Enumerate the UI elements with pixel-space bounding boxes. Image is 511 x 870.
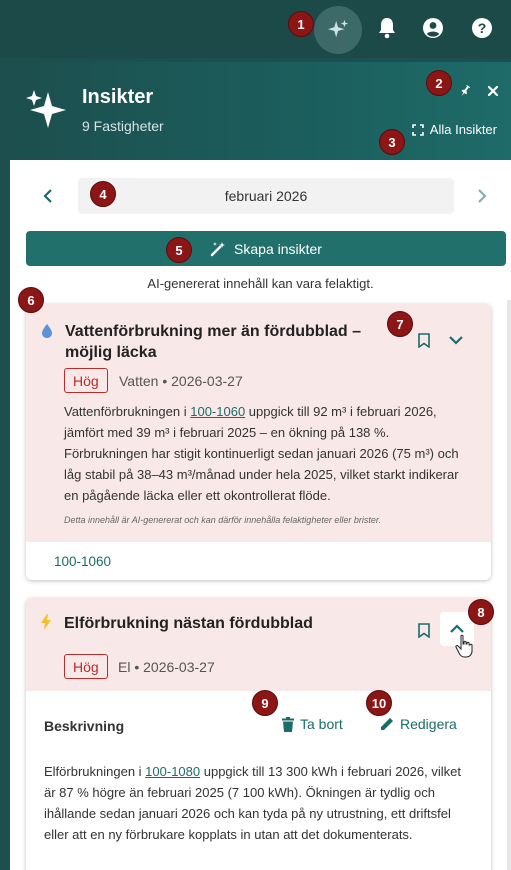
chevron-left-icon (43, 189, 52, 203)
bookmark-icon (418, 622, 430, 638)
expand-card-button[interactable] (442, 326, 470, 354)
marker-10: 10 (366, 690, 392, 716)
delete-button[interactable]: Ta bort (282, 716, 343, 732)
bookmark-icon (418, 332, 430, 348)
pin-button[interactable] (456, 82, 474, 100)
description-heading: Beskrivning (44, 718, 125, 734)
user-circle-icon (423, 18, 443, 38)
insight-meta: El • 2026-03-27 (118, 659, 215, 675)
pin-icon (461, 84, 471, 96)
property-tag-link[interactable]: 100-1060 (54, 554, 111, 569)
insights-toggle-button[interactable] (314, 6, 362, 54)
expand-icon (411, 123, 424, 136)
edit-button[interactable]: Redigera (380, 716, 457, 732)
marker-3: 3 (379, 129, 405, 155)
marker-8: 8 (468, 599, 494, 625)
pencil-icon (381, 718, 393, 730)
edit-label: Redigera (400, 716, 457, 732)
bell-icon (379, 18, 395, 39)
severity-badge: Hög (64, 368, 108, 393)
account-button[interactable] (421, 16, 445, 40)
insight-card-water: Vattenförbrukning mer än fördubblad – mö… (26, 304, 491, 580)
chevron-up-icon (450, 624, 464, 633)
magic-wand-icon (210, 241, 226, 256)
bookmark-button[interactable] (410, 326, 438, 354)
marker-2: 2 (426, 70, 452, 96)
notifications-button[interactable] (375, 16, 399, 40)
close-icon (487, 85, 499, 97)
help-circle-icon: ? (472, 18, 492, 38)
ai-disclaimer: AI-genererat innehåll kan vara felaktigt… (147, 276, 374, 291)
marker-1: 1 (288, 11, 314, 37)
help-button[interactable]: ? (470, 16, 494, 40)
panel-subtitle: 9 Fastigheter (82, 118, 164, 134)
chevron-down-icon (449, 336, 463, 345)
insight-description: Elförbrukningen i 100-1080 uppgick till … (44, 764, 461, 842)
svg-text:?: ? (478, 20, 487, 36)
chevron-right-icon (478, 189, 487, 203)
next-month-button[interactable] (470, 184, 494, 208)
sparkles-icon (327, 19, 349, 38)
create-insights-label: Skapa insikter (234, 240, 322, 257)
insight-title: Vattenförbrukning mer än fördubblad – mö… (65, 323, 362, 361)
lightning-icon (41, 614, 51, 630)
marker-6: 6 (18, 287, 44, 313)
marker-9: 9 (252, 690, 278, 716)
marker-5: 5 (166, 237, 192, 263)
month-display[interactable]: februari 2026 (78, 178, 454, 214)
property-link[interactable]: 100-1080 (145, 764, 200, 779)
trash-icon (282, 716, 294, 732)
insight-meta: Vatten • 2026-03-27 (119, 373, 243, 389)
insight-title: Elförbrukning nästan fördubblad (64, 615, 313, 632)
panel-title: Insikter (82, 86, 154, 108)
insights-panel: Insikter 9 Fastigheter Alla Insikter feb… (10, 62, 511, 870)
insight-description: Vattenförbrukningen i 100-1060 uppgick t… (64, 404, 459, 503)
property-link[interactable]: 100-1060 (190, 404, 245, 419)
water-drop-icon (42, 324, 52, 338)
severity-badge: Hög (64, 654, 108, 679)
create-insights-button[interactable]: Skapa insikter (26, 231, 506, 266)
scrollbar[interactable] (507, 300, 511, 870)
hand-cursor-icon (455, 634, 473, 658)
close-button[interactable] (484, 82, 502, 100)
insight-card-electricity: Elförbrukning nästan fördubblad Hög El •… (26, 598, 491, 870)
bookmark-button[interactable] (410, 616, 438, 644)
delete-label: Ta bort (300, 716, 343, 732)
marker-7: 7 (387, 311, 413, 337)
ai-note: Detta innehåll är AI-genererat och kan d… (64, 515, 382, 525)
sparkles-icon (26, 90, 66, 128)
all-insights-link[interactable]: Alla Insikter (411, 122, 497, 137)
top-bar: ? (0, 0, 511, 58)
previous-month-button[interactable] (36, 184, 60, 208)
all-insights-label: Alla Insikter (429, 122, 497, 137)
marker-4: 4 (90, 181, 116, 207)
